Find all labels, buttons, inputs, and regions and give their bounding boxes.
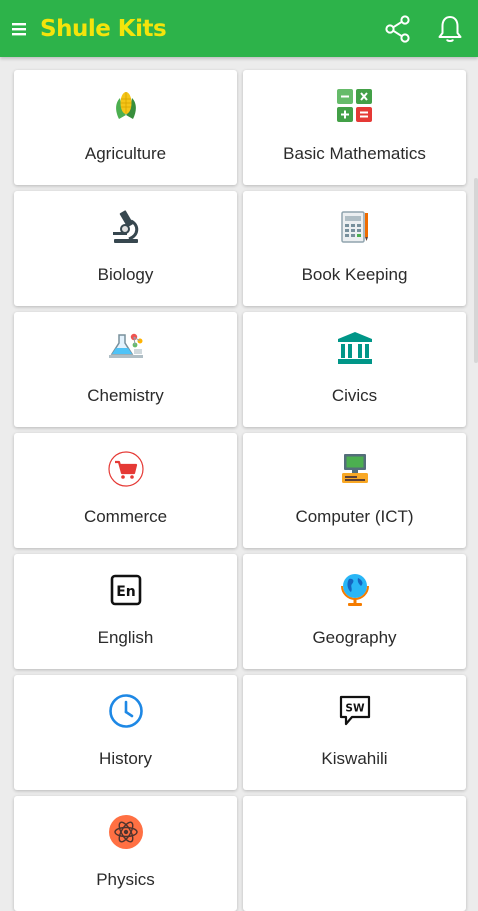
subject-card-history[interactable]: History <box>14 675 237 790</box>
subject-card-english[interactable]: En English <box>14 554 237 669</box>
computer-icon <box>337 451 373 487</box>
app-bar: Shule Kits <box>0 0 478 57</box>
subject-card-chemistry[interactable]: Chemistry <box>14 312 237 427</box>
clock-icon <box>108 693 144 729</box>
subject-card-biology[interactable]: Biology <box>14 191 237 306</box>
svg-text:SW: SW <box>345 703 365 715</box>
subject-card-geography[interactable]: Geography <box>243 554 466 669</box>
bell-icon <box>438 15 462 42</box>
hamburger-menu-icon <box>12 22 26 35</box>
subject-label: Physics <box>96 870 155 889</box>
shopping-cart-icon <box>107 451 144 487</box>
svg-text:En: En <box>116 584 136 600</box>
chemistry-flask-icon <box>108 330 144 366</box>
menu-button[interactable] <box>9 19 29 39</box>
share-button[interactable] <box>382 13 414 45</box>
empty-card <box>243 796 466 911</box>
subject-label: Basic Mathematics <box>283 144 426 163</box>
subject-card-kiswahili[interactable]: SW Kiswahili <box>243 675 466 790</box>
subject-label: Commerce <box>83 507 168 526</box>
subject-grid: Agriculture Basic Mathematics Biology Bo… <box>14 70 466 911</box>
subject-label: Book Keeping <box>301 265 408 284</box>
subject-card-agriculture[interactable]: Agriculture <box>14 70 237 185</box>
atom-icon <box>108 814 144 850</box>
subject-card-computer-ict[interactable]: Computer (ICT) <box>243 433 466 548</box>
corn-icon <box>108 88 144 124</box>
microscope-icon <box>108 209 144 245</box>
kiswahili-sw-icon: SW <box>337 693 373 729</box>
government-building-icon <box>337 330 373 366</box>
subject-label: Agriculture <box>84 144 167 163</box>
subject-label: History <box>99 749 152 768</box>
subject-label: Civics <box>331 386 378 405</box>
subject-card-physics[interactable]: Physics <box>14 796 237 911</box>
subject-label: English <box>97 628 154 647</box>
math-operators-icon <box>336 88 373 124</box>
subject-label: Computer (ICT) <box>295 507 414 526</box>
share-icon <box>385 14 410 43</box>
subject-card-basic-mathematics[interactable]: Basic Mathematics <box>243 70 466 185</box>
english-en-icon: En <box>108 572 144 608</box>
app-title: Shule Kits <box>40 15 167 42</box>
notifications-button[interactable] <box>434 13 466 45</box>
subject-card-book-keeping[interactable]: Book Keeping <box>243 191 466 306</box>
ledger-icon <box>337 209 373 245</box>
subject-label: Kiswahili <box>321 749 388 768</box>
subject-label: Geography <box>312 628 397 647</box>
subject-card-civics[interactable]: Civics <box>243 312 466 427</box>
subject-label: Biology <box>97 265 154 284</box>
globe-icon <box>337 572 373 608</box>
scrollbar[interactable] <box>474 178 478 363</box>
subject-card-commerce[interactable]: Commerce <box>14 433 237 548</box>
subject-label: Chemistry <box>87 386 164 405</box>
